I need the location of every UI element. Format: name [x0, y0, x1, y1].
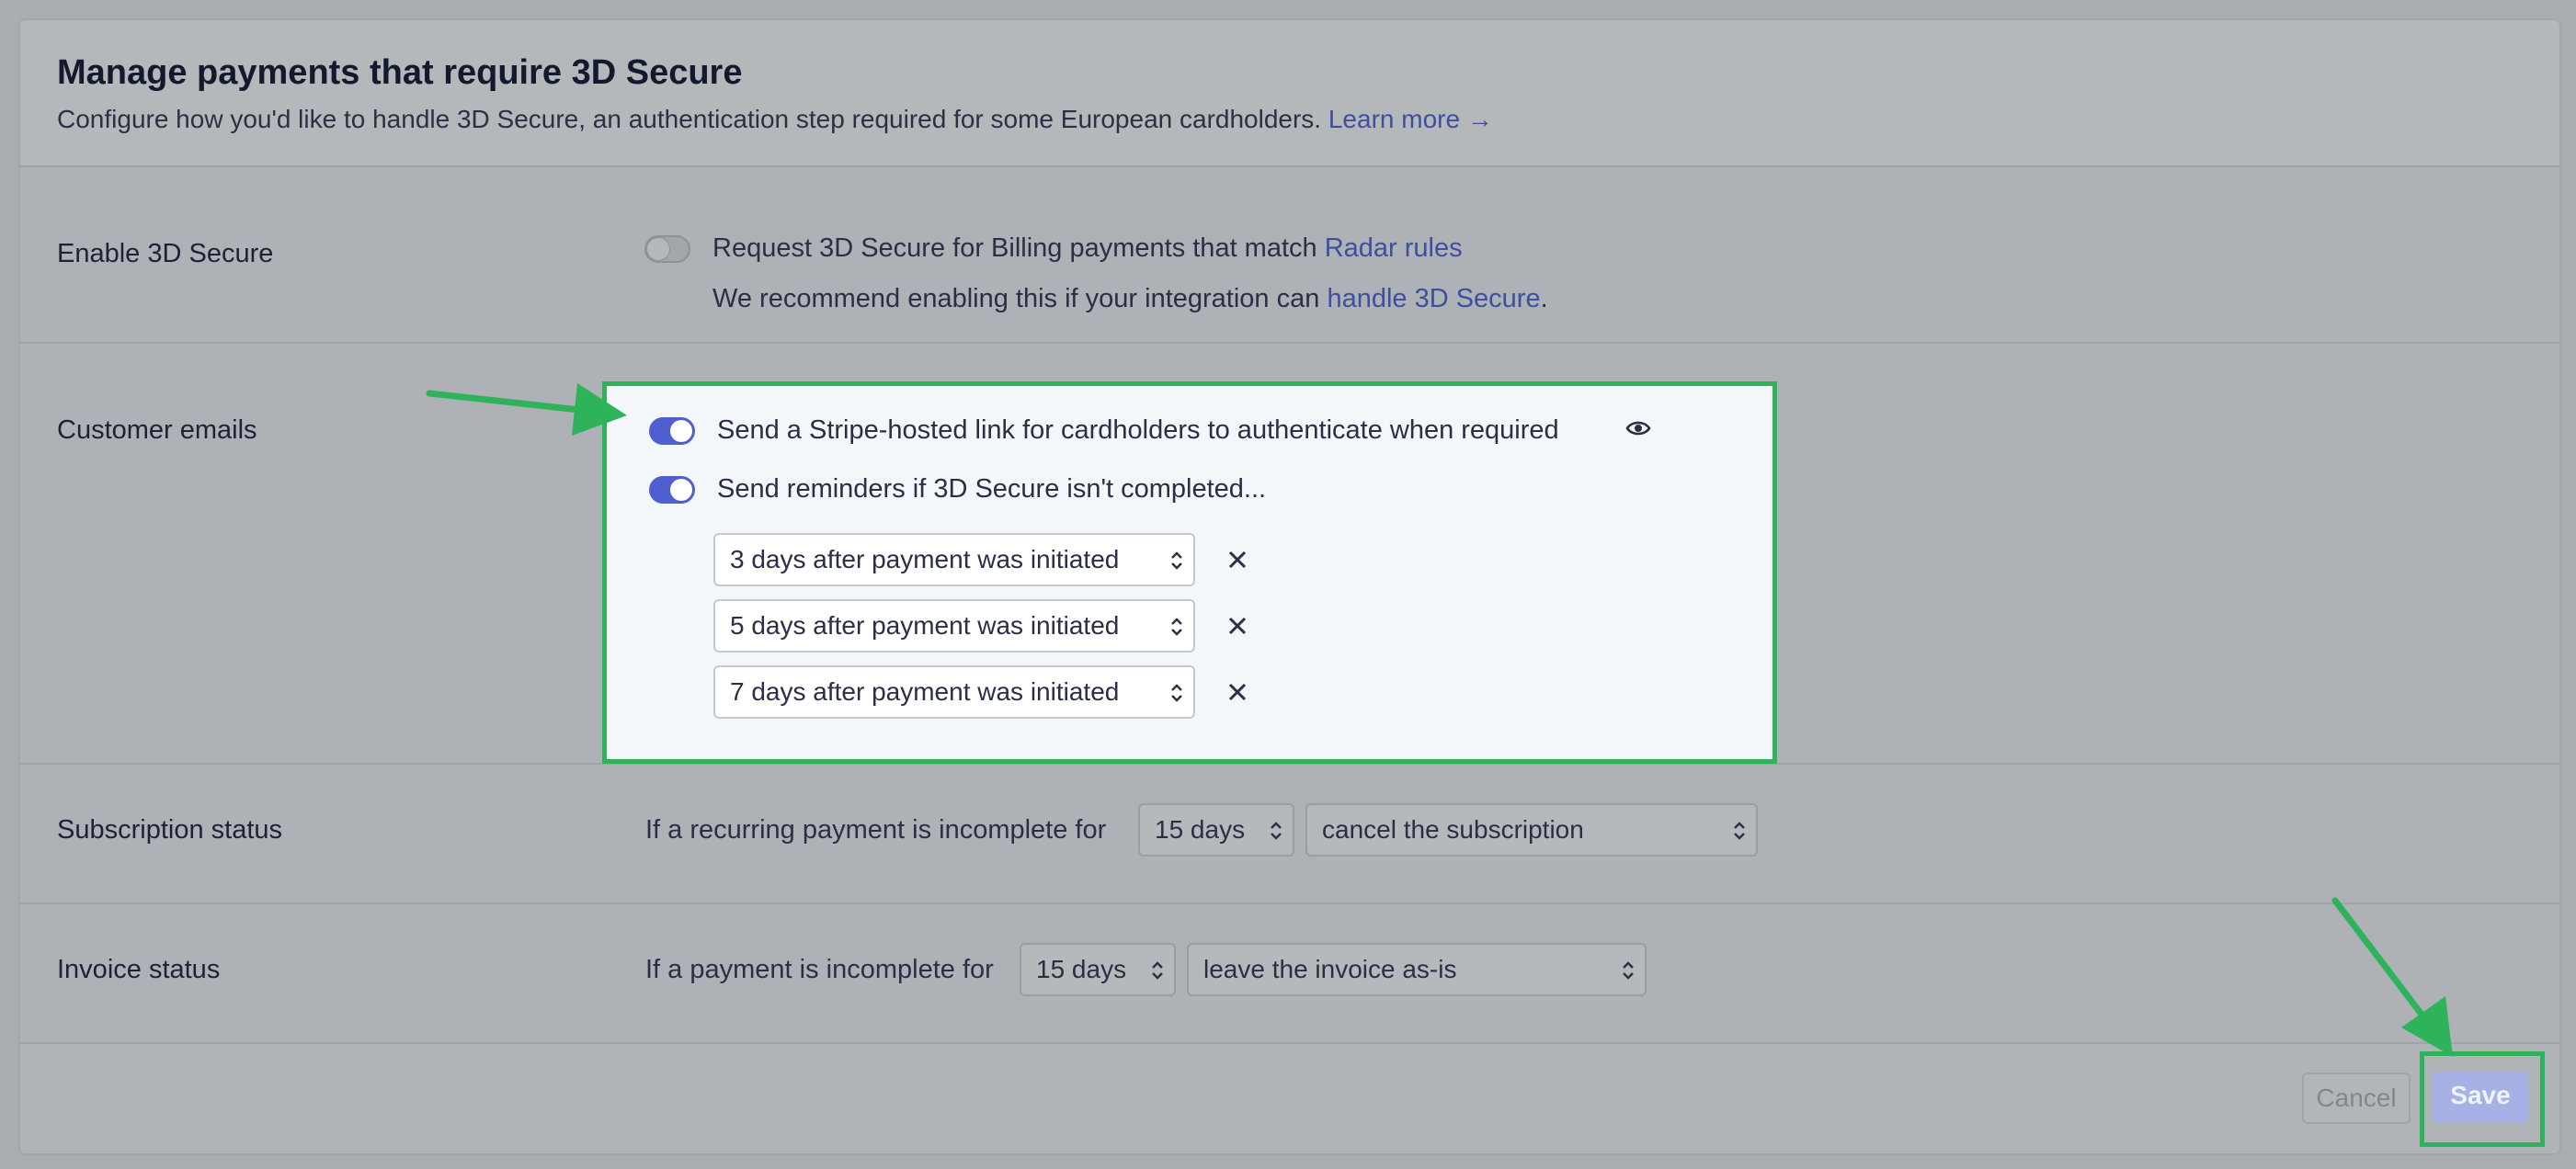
arrow-to-emails-annotation: [426, 383, 627, 436]
annotation-arrows: [426, 383, 2453, 1057]
arrow-to-save-annotation: [2331, 897, 2453, 1057]
